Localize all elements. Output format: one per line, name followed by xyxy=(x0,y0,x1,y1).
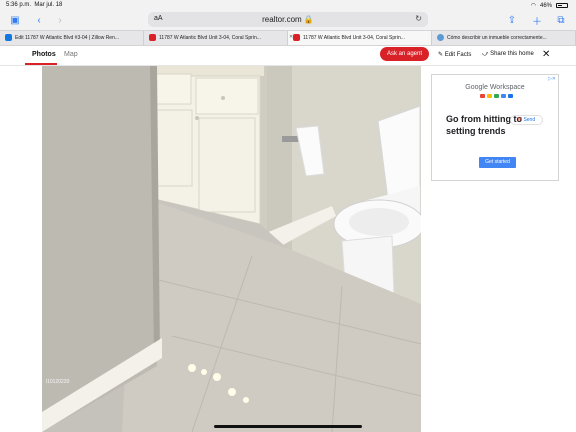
tab-zillow[interactable]: Edit 11787 W Atlantic Blvd #3-04 | Zillo… xyxy=(0,31,144,45)
home-indicator[interactable] xyxy=(214,425,362,428)
battery-percent: 46% xyxy=(539,2,552,9)
meet-icon xyxy=(494,94,499,98)
back-icon[interactable]: ‹ xyxy=(33,13,45,27)
calendar-icon xyxy=(508,94,513,98)
share-home-link[interactable]: ⤻ Share this home xyxy=(482,51,534,58)
tab-strip: Edit 11787 W Atlantic Blvd #3-04 | Zillo… xyxy=(0,30,576,46)
ask-agent-button[interactable]: Ask an agent xyxy=(380,47,429,61)
status-bar: 5:36 p.m. Mar jul. 18 ◠ 46% xyxy=(0,0,576,10)
tab-overview-icon[interactable]: ⧉ xyxy=(555,13,567,27)
share-icon[interactable]: ⇪ xyxy=(506,13,518,27)
ad-brand: Google Workspace xyxy=(465,84,525,91)
tab-realtor-2[interactable]: ✕ 11787 W Atlantic Blvd Unit 3-04, Coral… xyxy=(288,31,432,45)
drive-icon xyxy=(487,94,492,98)
tab-map[interactable]: Map xyxy=(64,51,78,58)
ad-get-started-button[interactable]: Get started xyxy=(479,157,516,168)
edit-facts-link[interactable]: ✎ Edit Facts xyxy=(438,51,471,58)
globe-icon xyxy=(437,34,444,41)
tab-article[interactable]: Cómo describir un inmueble correctamente… xyxy=(432,31,576,45)
share-icon: ⤻ xyxy=(482,51,489,57)
pencil-icon: ✎ xyxy=(438,52,444,58)
close-icon[interactable]: ✕ xyxy=(542,49,550,60)
forward-icon[interactable]: › xyxy=(54,13,66,27)
battery-icon xyxy=(556,3,568,8)
reload-icon[interactable]: ↻ xyxy=(415,14,422,23)
zillow-icon xyxy=(5,34,12,41)
gmail-icon: M xyxy=(517,117,523,123)
status-icons: ◠ 46% xyxy=(531,2,568,9)
listing-photo[interactable] xyxy=(42,66,421,432)
sidebar-icon[interactable]: ▣ xyxy=(8,13,22,27)
ad-send-chip: M Send xyxy=(510,115,543,125)
active-tab-indicator xyxy=(25,63,57,65)
listing-nav: Photos Map Ask an agent ✎ Edit Facts ⤻ S… xyxy=(0,46,576,66)
url-text: realtor.com 🔒 xyxy=(262,15,314,24)
gmail-icon xyxy=(480,94,485,98)
docs-icon xyxy=(501,94,506,98)
realtor-icon xyxy=(149,34,156,41)
adchoices-icon[interactable]: ▷✕ xyxy=(548,76,556,82)
tab-photos[interactable]: Photos xyxy=(32,51,56,58)
new-tab-icon[interactable]: ＋ xyxy=(531,13,543,28)
wifi-icon: ◠ xyxy=(530,3,536,9)
tab-realtor-1[interactable]: 11787 W Atlantic Blvd Unit 3-04, Coral S… xyxy=(144,31,288,45)
google-workspace-ad[interactable]: ▷✕ Google Workspace Go from hitting to s… xyxy=(431,74,559,181)
status-time-date: 5:36 p.m. Mar jul. 18 xyxy=(6,2,63,8)
address-bar[interactable]: aA realtor.com 🔒 ↻ xyxy=(148,12,428,27)
realtor-icon xyxy=(293,34,300,41)
photo-watermark: l10120230 xyxy=(46,379,70,385)
bathroom-photo-illustration xyxy=(42,66,421,432)
browser-toolbar: ▣ ‹ › aA realtor.com 🔒 ↻ ⇪ ＋ ⧉ xyxy=(0,10,576,30)
workspace-apps-icons xyxy=(480,94,513,98)
